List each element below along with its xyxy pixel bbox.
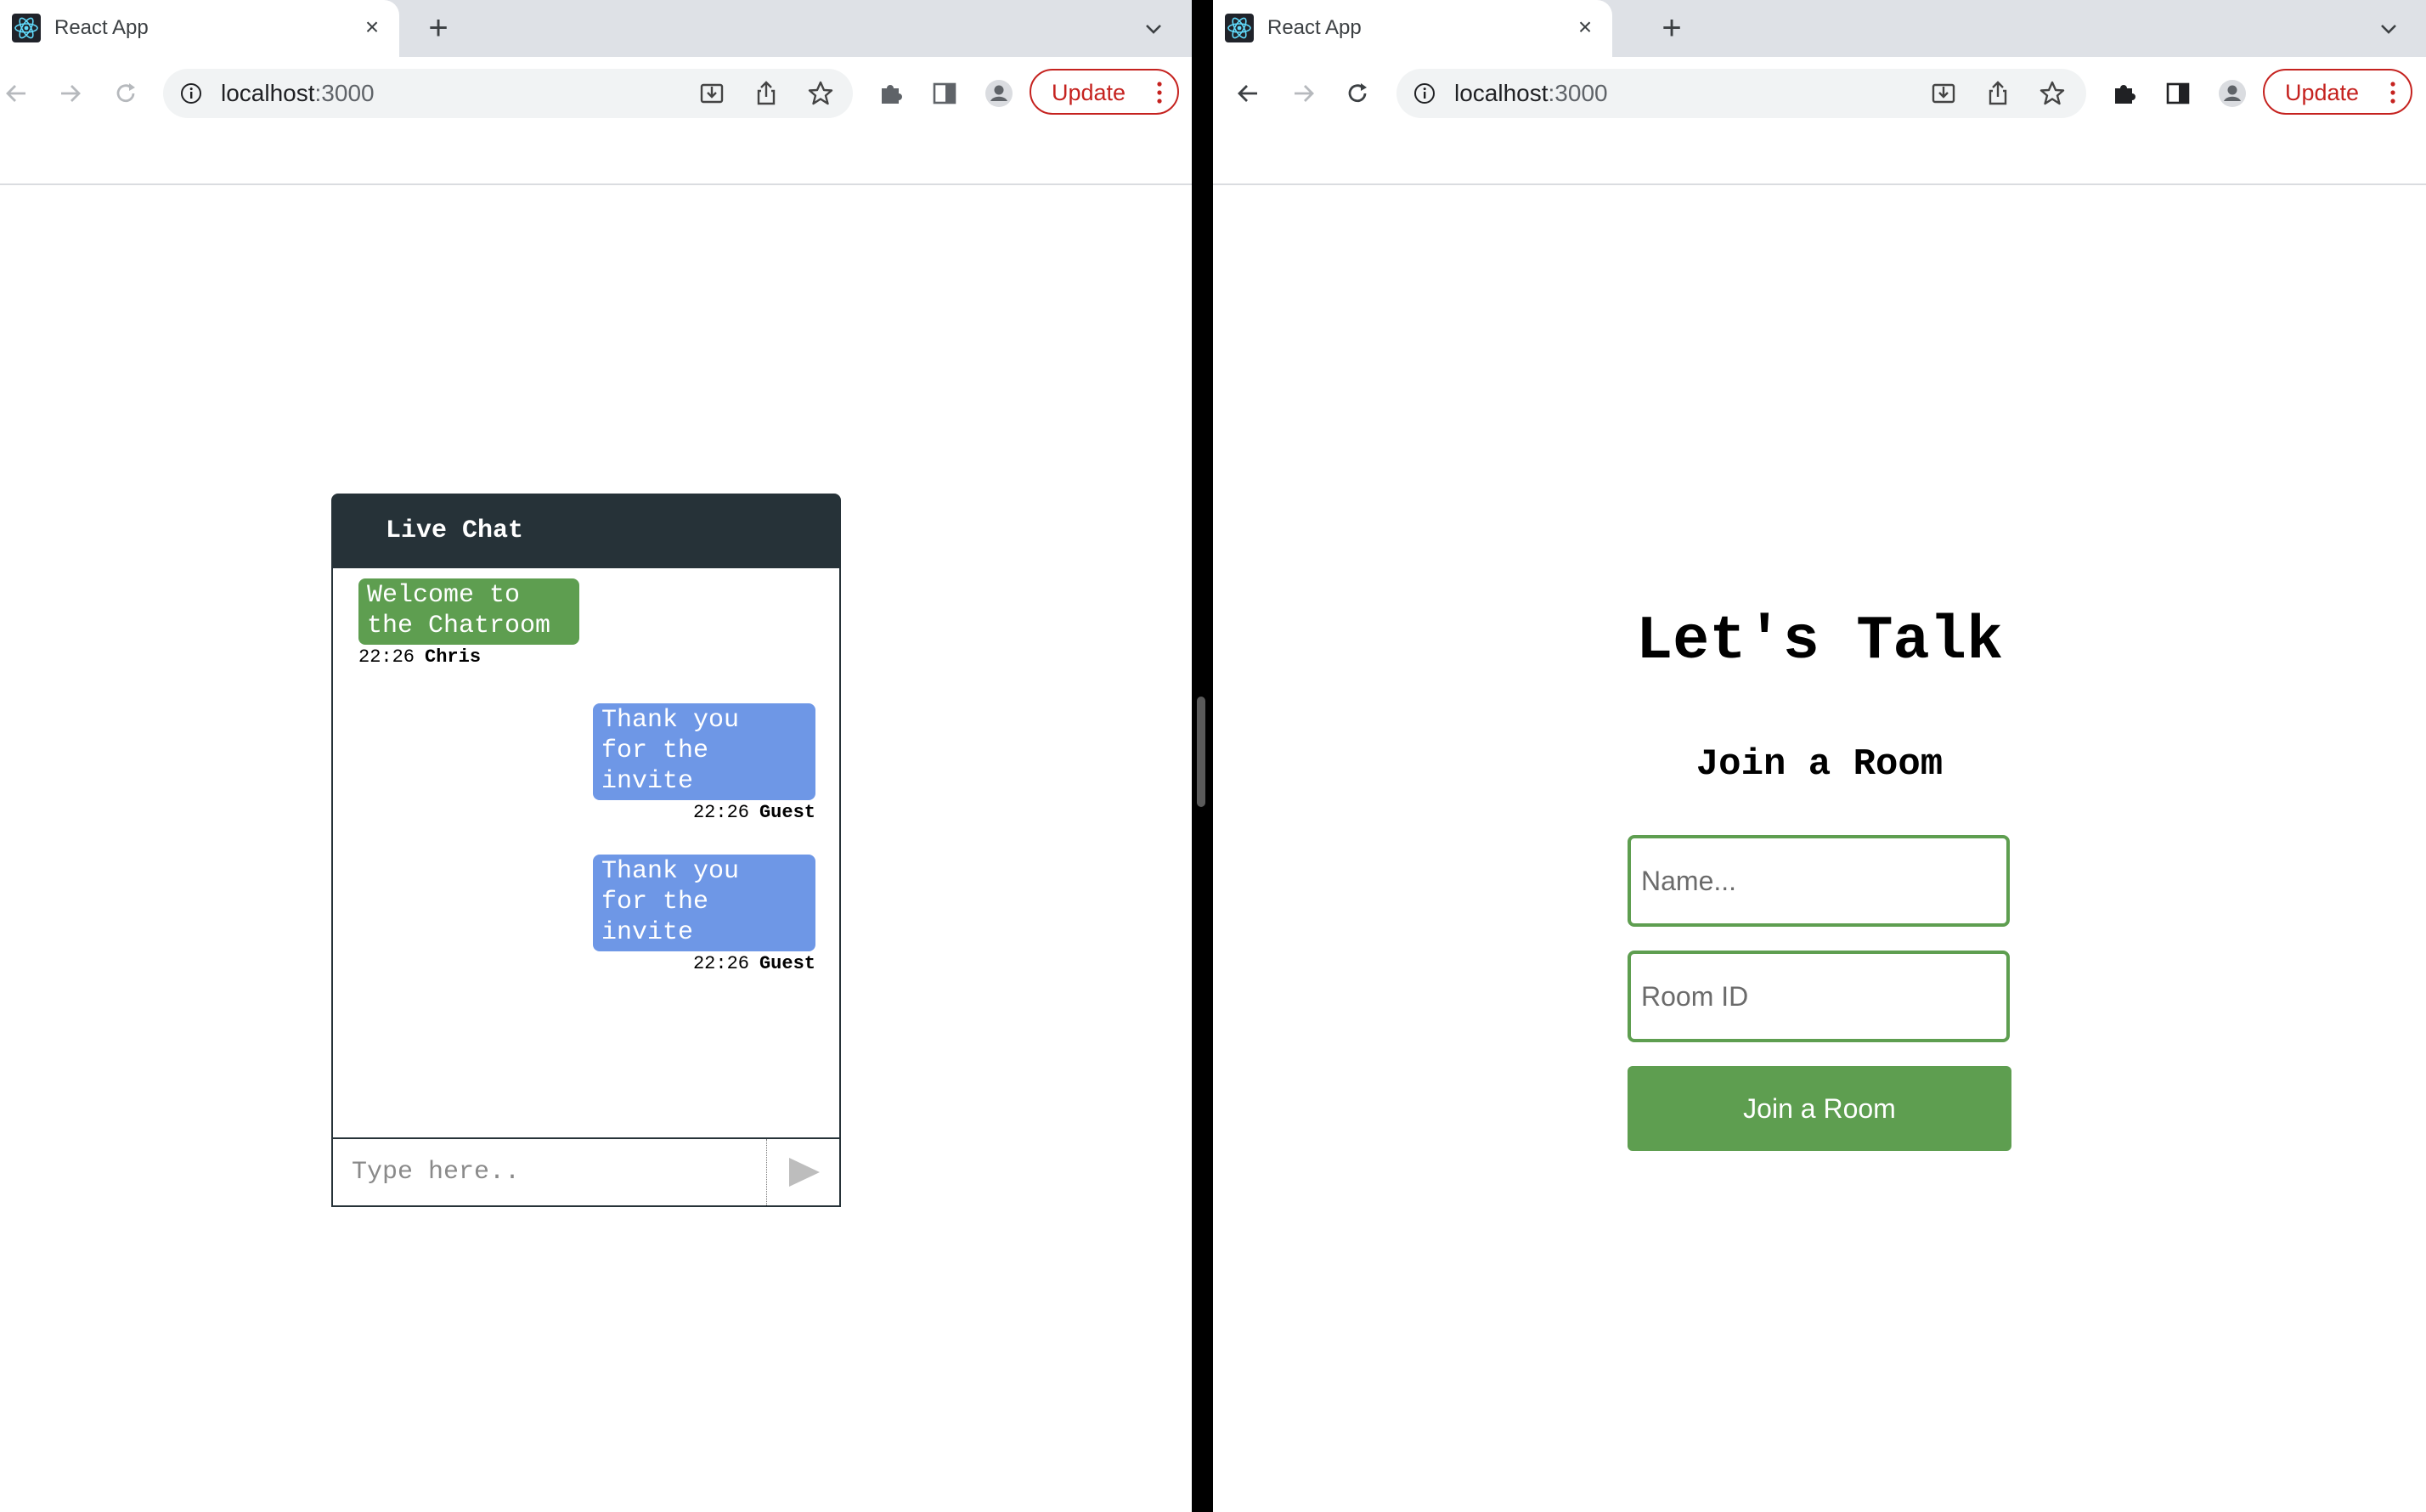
site-info-icon[interactable]: [1413, 82, 1436, 104]
right-browser-window: React App × + localhost:3000 Update Let'…: [1213, 0, 2426, 1512]
react-icon: [12, 14, 41, 42]
site-info-icon[interactable]: [180, 82, 202, 104]
back-icon[interactable]: [1233, 78, 1264, 109]
tab-strip: React App × +: [0, 0, 1192, 57]
chat-body[interactable]: Welcome to the Chatroom 22:26 Chris Thank…: [331, 568, 841, 1137]
send-icon: [789, 1158, 820, 1187]
message-text-line: the Chatroom: [367, 612, 551, 640]
tab-search-chevron-icon[interactable]: [1138, 14, 1169, 44]
message-text-line: Thank you: [601, 706, 740, 735]
page-title: Let's Talk: [1635, 606, 2004, 676]
message-text-line: for the: [601, 736, 709, 765]
message-time: 22:26: [692, 953, 749, 974]
url-text: localhost:3000: [221, 80, 375, 106]
back-icon[interactable]: [2, 78, 32, 109]
reload-icon[interactable]: [1342, 78, 1373, 109]
tab-react-app[interactable]: React App ×: [0, 0, 399, 57]
profile-avatar-icon[interactable]: [984, 78, 1014, 109]
address-bar[interactable]: localhost:3000: [1396, 69, 2086, 118]
side-panel-icon[interactable]: [929, 78, 960, 109]
forward-icon[interactable]: [54, 78, 85, 109]
message-meta: 22:26 Chris: [358, 646, 579, 669]
address-bar[interactable]: localhost:3000: [163, 69, 853, 118]
forward-icon[interactable]: [1288, 78, 1318, 109]
chat-header: Live Chat: [331, 494, 841, 568]
bookmark-star-icon[interactable]: [805, 78, 836, 109]
room-id-input[interactable]: [1628, 951, 2010, 1042]
toolbar-divider: [0, 183, 1192, 185]
message-item: Thank you for the invite 22:26 Guest: [593, 703, 815, 824]
install-app-icon[interactable]: [1928, 78, 1959, 109]
tab-title: React App: [54, 16, 149, 39]
message-text-line: invite: [601, 918, 694, 947]
update-button[interactable]: Update: [2263, 69, 2412, 115]
message-bubble: Thank you for the invite: [593, 703, 815, 800]
tab-strip: React App × +: [1213, 0, 2426, 57]
share-icon[interactable]: [751, 78, 781, 109]
message-time: 22:26: [692, 802, 749, 823]
left-browser-window: React App × + localhost:3000 Update Live…: [0, 0, 1192, 1512]
react-icon: [1225, 14, 1254, 42]
send-button[interactable]: [766, 1139, 839, 1205]
new-tab-icon[interactable]: +: [1653, 10, 1690, 48]
extensions-icon[interactable]: [2108, 78, 2139, 109]
message-text-line: invite: [601, 767, 694, 796]
browser-toolbar: localhost:3000 Update: [1213, 57, 2426, 130]
message-meta: 22:26 Guest: [593, 802, 815, 824]
more-menu-icon[interactable]: [2387, 79, 2399, 106]
message-author: Guest: [759, 802, 815, 823]
tab-search-chevron-icon[interactable]: [2373, 14, 2404, 44]
share-icon[interactable]: [1983, 78, 2013, 109]
message-meta: 22:26 Guest: [593, 953, 815, 975]
message-author: Chris: [425, 646, 482, 668]
new-tab-icon[interactable]: +: [420, 10, 457, 48]
bookmark-star-icon[interactable]: [2037, 78, 2068, 109]
update-button[interactable]: Update: [1030, 69, 1179, 115]
split-view-resize-handle[interactable]: [1197, 697, 1205, 807]
message-author: Guest: [759, 953, 815, 974]
message-time: 22:26: [358, 646, 415, 668]
name-input[interactable]: [1628, 835, 2010, 927]
message-item: Thank you for the invite 22:26 Guest: [593, 855, 815, 975]
tab-title: React App: [1267, 16, 1362, 39]
reload-icon[interactable]: [110, 78, 141, 109]
install-app-icon[interactable]: [697, 78, 727, 109]
join-room-button[interactable]: Join a Room: [1628, 1066, 2011, 1151]
tab-close-icon[interactable]: ×: [1570, 12, 1600, 42]
url-text: localhost:3000: [1454, 80, 1608, 106]
message-text-line: for the: [601, 888, 709, 917]
more-menu-icon[interactable]: [1154, 79, 1165, 106]
message-bubble: Thank you for the invite: [593, 855, 815, 951]
side-panel-icon[interactable]: [2163, 78, 2193, 109]
message-text-line: Welcome to: [367, 581, 521, 610]
message-input[interactable]: [333, 1139, 768, 1205]
extensions-icon[interactable]: [875, 78, 906, 109]
chat-footer: [331, 1137, 841, 1207]
tab-close-icon[interactable]: ×: [357, 12, 387, 42]
tab-react-app[interactable]: React App ×: [1213, 0, 1612, 57]
browser-toolbar: localhost:3000 Update: [0, 57, 1192, 130]
message-item: Welcome to the Chatroom 22:26 Chris: [358, 578, 579, 669]
message-text-line: Thank you: [601, 857, 740, 886]
join-room-heading: Join a Room: [1695, 743, 1944, 786]
chat-window: Live Chat Welcome to the Chatroom 22:26 C…: [331, 494, 841, 1207]
message-bubble: Welcome to the Chatroom: [358, 578, 579, 645]
profile-avatar-icon[interactable]: [2217, 78, 2248, 109]
toolbar-divider: [1213, 183, 2426, 185]
